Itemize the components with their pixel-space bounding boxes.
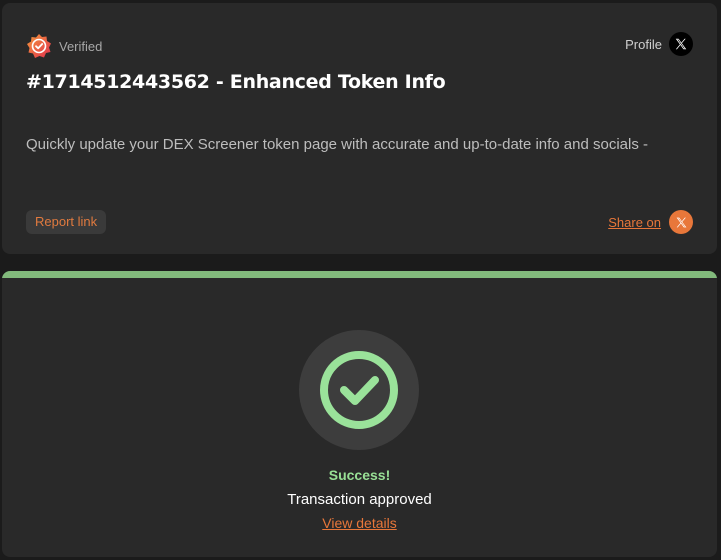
listing-card: Verified Profile #1714512443562 - Enhanc… [2,3,717,254]
verified-label: Verified [59,38,103,54]
share-on-x[interactable]: Share on [608,210,693,234]
share-label[interactable]: Share on [608,215,661,230]
view-details-container: View details [2,515,717,531]
status-title: Success! [328,467,391,483]
page-title: #1714512443562 - Enhanced Token Info [26,71,446,93]
status-subtitle: Transaction approved [287,491,432,508]
description-text: Quickly update your DEX Screener token p… [26,136,649,153]
profile-link[interactable]: Profile [625,32,693,56]
check-circle-icon [299,330,419,450]
transaction-status-card: Success! Transaction approved View detai… [2,271,717,557]
success-bar [2,271,717,278]
x-logo-icon[interactable] [669,32,693,56]
report-link-button[interactable]: Report link [26,210,107,234]
verified-badge-icon [27,34,51,58]
x-logo-icon[interactable] [669,210,693,234]
verified-indicator: Verified [26,33,102,59]
profile-label: Profile [625,36,662,52]
view-details-link[interactable]: View details [322,515,396,531]
